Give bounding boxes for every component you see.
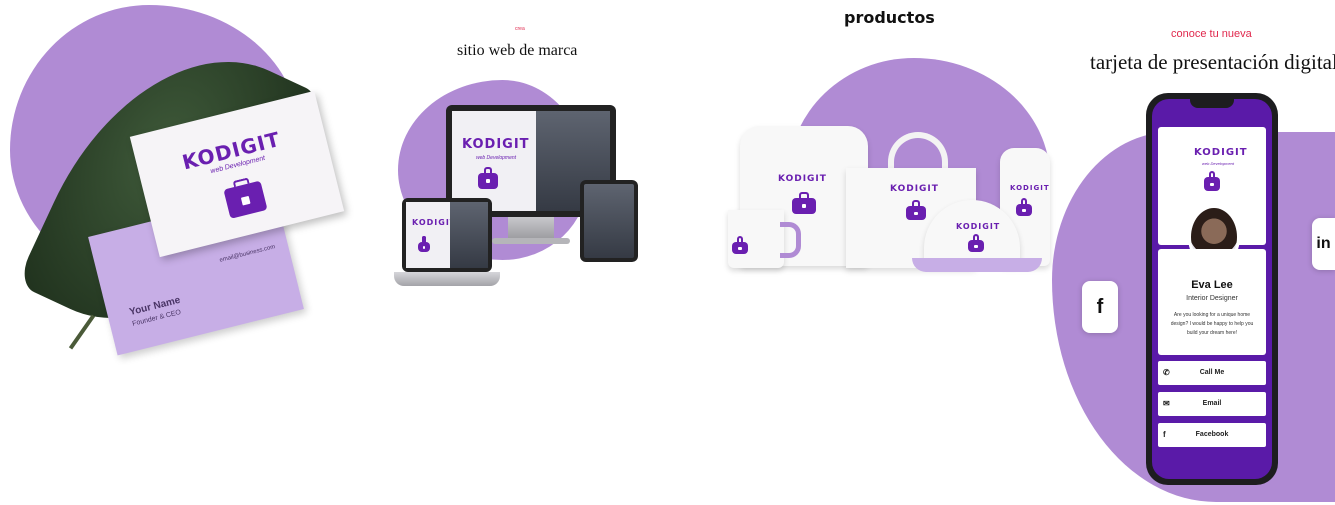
- tshirt-briefcase-icon: [792, 192, 816, 214]
- website-eyebrow: crea: [515, 26, 525, 32]
- email-button[interactable]: ✉ Email: [1158, 392, 1266, 416]
- mug-mockup: [728, 210, 784, 268]
- laptop-hero-image: [450, 202, 488, 268]
- laptop: KODIGIT: [402, 198, 492, 272]
- profile-brand: KODIGIT: [1194, 147, 1248, 158]
- card-email: email@business.com: [219, 244, 276, 264]
- monitor-subbrand: web Development: [476, 155, 517, 161]
- linkedin-icon: in: [1316, 235, 1331, 252]
- person-role: Interior Designer: [1186, 295, 1238, 302]
- person-name: Eva Lee: [1191, 279, 1233, 291]
- cap-briefcase-icon: [968, 234, 984, 252]
- mug-briefcase-icon: [732, 236, 748, 254]
- call-me-button[interactable]: ✆ Call Me: [1158, 361, 1266, 385]
- laptop-briefcase-icon: [418, 236, 430, 252]
- facebook-label: Facebook: [1195, 431, 1229, 438]
- profile-subbrand: web Development: [1202, 161, 1235, 166]
- linkedin-social-button[interactable]: in: [1312, 218, 1335, 270]
- monitor-stand: [508, 217, 554, 239]
- profile-info-card: Eva Lee Interior Designer Are you lookin…: [1158, 249, 1266, 355]
- briefcase-icon: [223, 180, 268, 219]
- leaf-stem: [68, 314, 96, 350]
- bottle-briefcase-icon: [1016, 198, 1032, 216]
- cap-brand: KODIGIT: [956, 222, 1001, 231]
- tablet: [580, 180, 638, 262]
- phone-screen: KODIGIT web Development Eva Lee Interior…: [1152, 99, 1272, 479]
- phone-notch: [1190, 99, 1234, 108]
- person-bio: Are you looking for a unique home design…: [1170, 312, 1254, 336]
- phone-mockup: KODIGIT web Development Eva Lee Interior…: [1146, 93, 1278, 485]
- products-title: productos: [844, 8, 935, 27]
- email-label: Email: [1202, 400, 1222, 407]
- digital-card-eyebrow: conoce tu nueva: [1171, 28, 1252, 40]
- laptop-screen: KODIGIT: [406, 202, 488, 268]
- tshirt-brand: KODIGIT: [778, 174, 827, 184]
- facebook-social-button[interactable]: f: [1082, 281, 1118, 333]
- monitor-base: [492, 238, 570, 244]
- tote-briefcase-icon: [906, 200, 926, 220]
- digital-card-title: tarjeta de presentación digital: [1090, 50, 1335, 74]
- call-me-label: Call Me: [1199, 369, 1225, 376]
- facebook-icon: f: [1096, 296, 1104, 318]
- tote-brand: KODIGIT: [890, 184, 939, 194]
- laptop-keyboard: [394, 272, 500, 286]
- mug-handle: [780, 222, 801, 258]
- cap-brim: [912, 258, 1042, 272]
- profile-briefcase-icon: [1204, 171, 1220, 191]
- tablet-screen: [584, 184, 634, 258]
- bottle-brand: KODIGIT: [1010, 184, 1050, 192]
- monitor-brand: KODIGIT: [462, 137, 530, 152]
- facebook-button[interactable]: f Facebook: [1158, 423, 1266, 447]
- website-title: sitio web de marca: [457, 42, 578, 59]
- monitor-briefcase-icon: [478, 167, 498, 189]
